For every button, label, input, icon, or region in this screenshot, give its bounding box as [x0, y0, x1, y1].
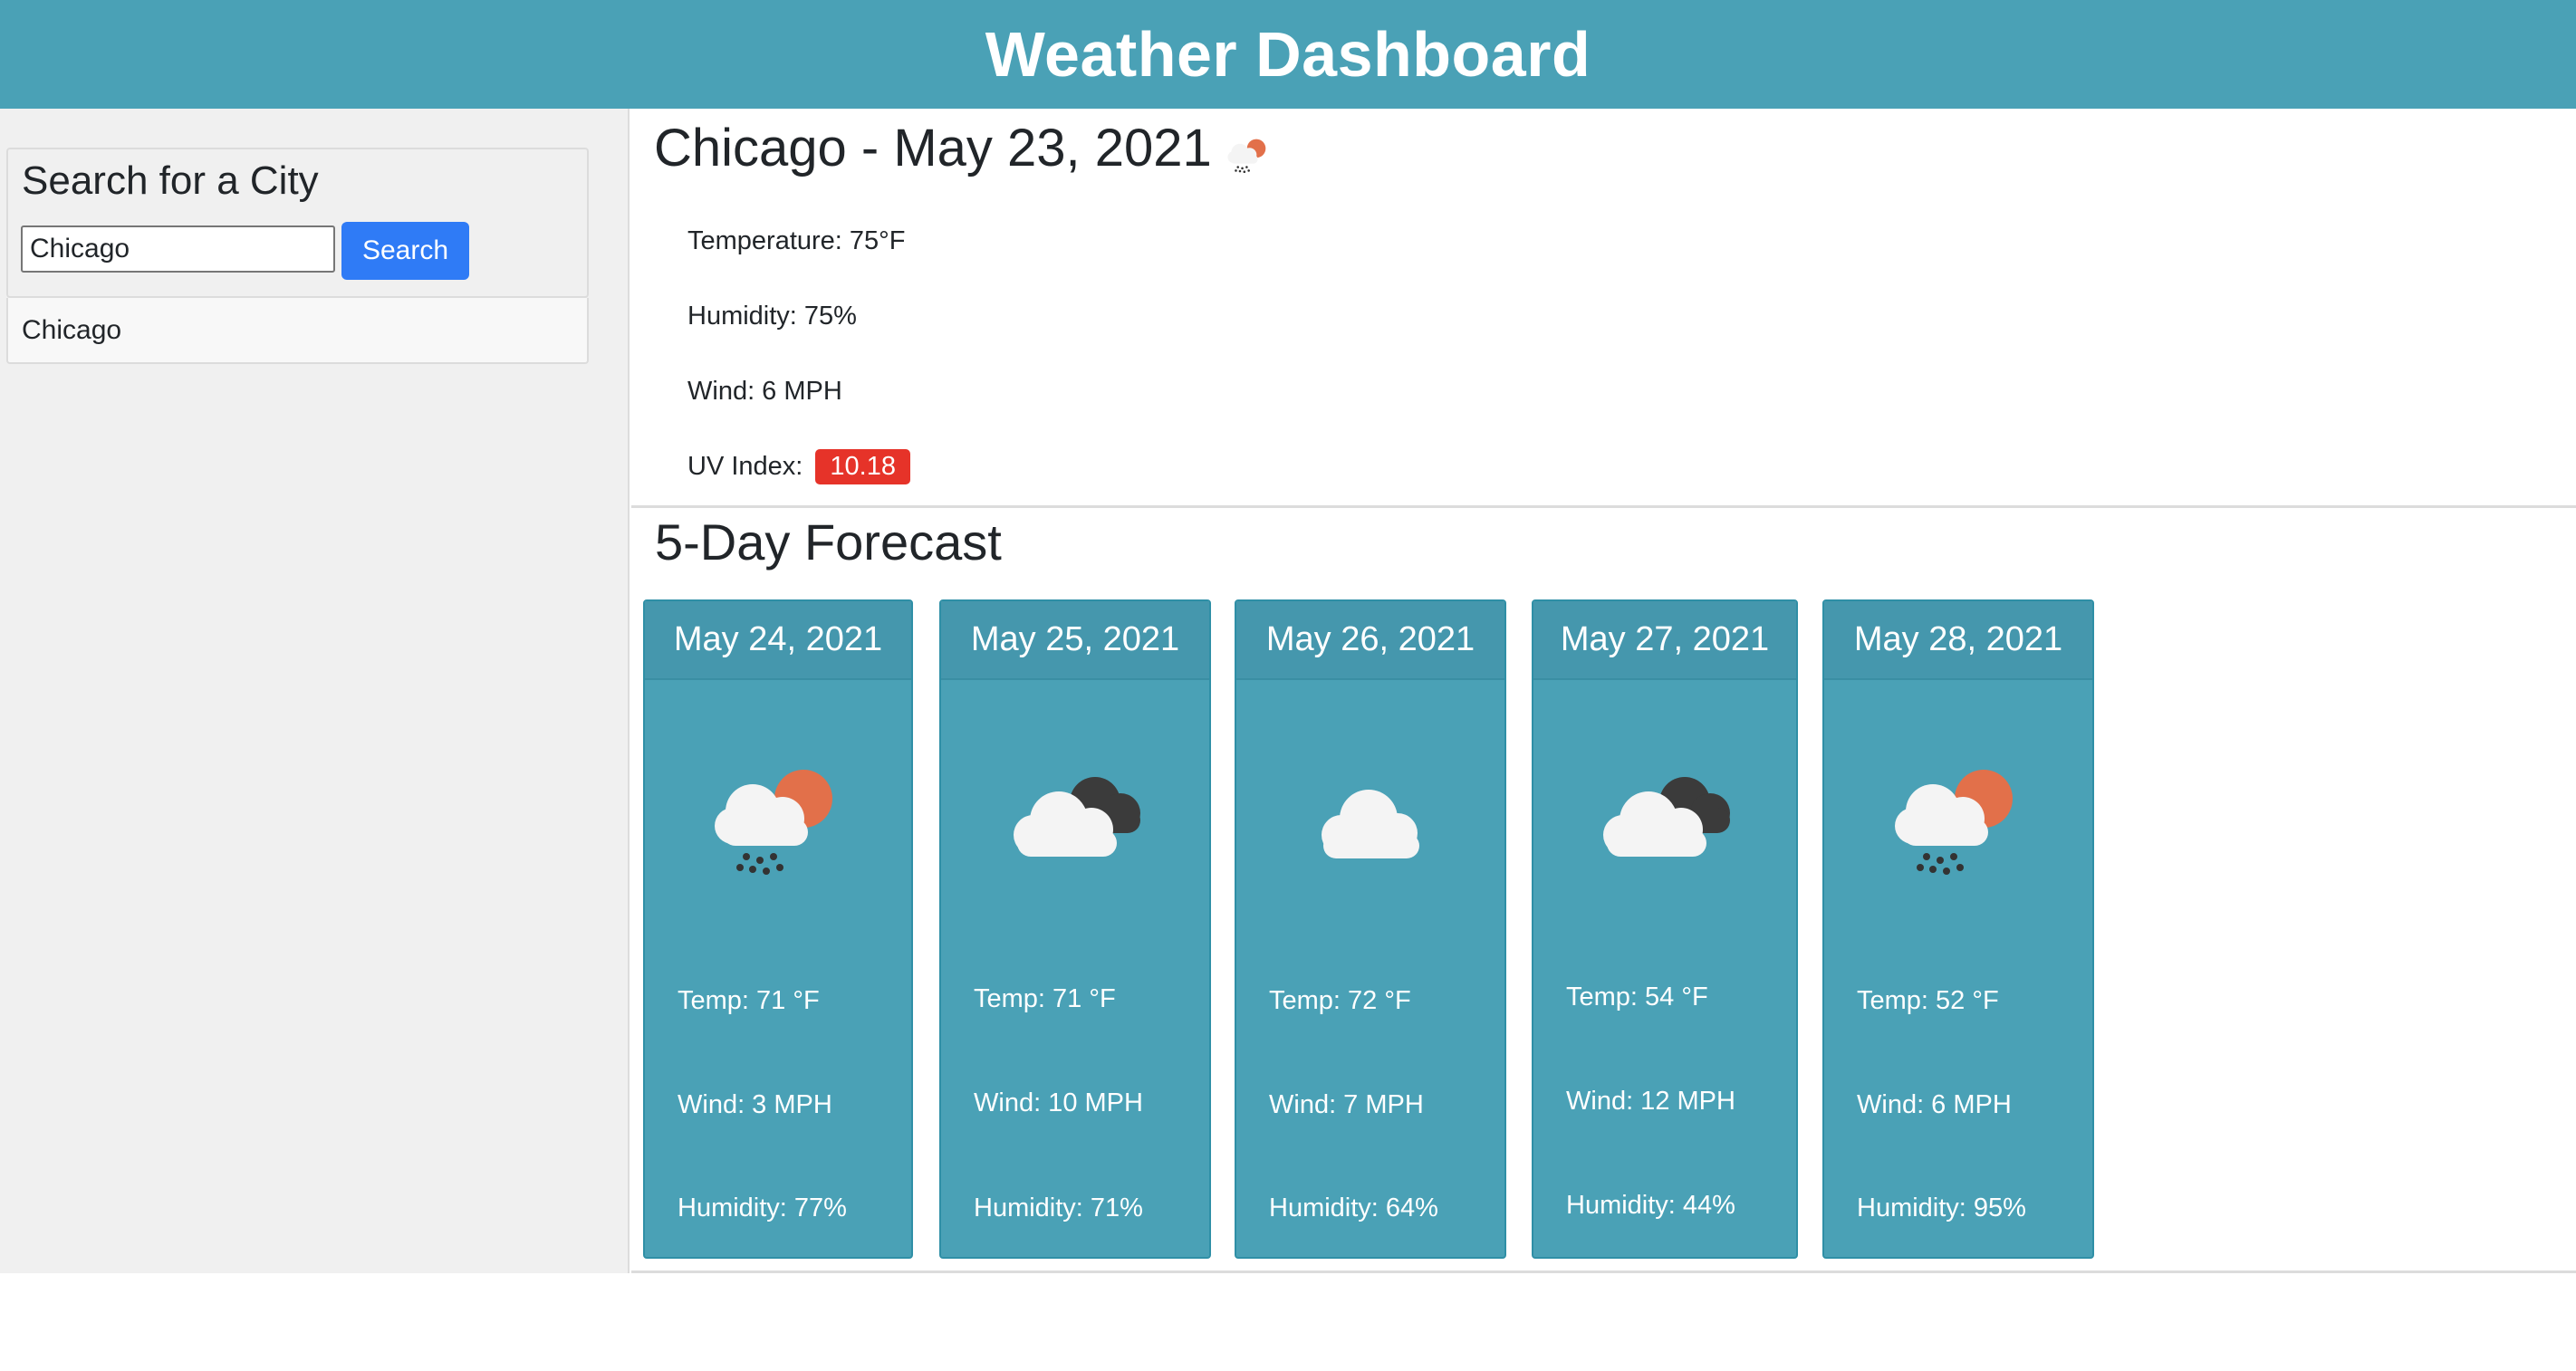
broken-clouds-icon — [1014, 777, 1140, 857]
forecast-wind: Wind: 12 MPH — [1566, 1087, 1735, 1116]
current-temperature: Temperature: 75°F — [687, 226, 906, 255]
forecast-wind: Wind: 6 MPH — [1857, 1090, 2012, 1119]
forecast-date: May 24, 2021 — [645, 601, 911, 680]
forecast-card: May 24, 2021 Temp: 71 °F Wind: 3 MPH Hum… — [643, 599, 913, 1259]
forecast-humidity: Humidity: 77% — [678, 1194, 847, 1222]
search-title: Search for a City — [22, 158, 319, 203]
forecast-date: May 25, 2021 — [941, 601, 1209, 680]
forecast-wind: Wind: 3 MPH — [678, 1090, 832, 1119]
uv-label: UV Index: — [687, 452, 803, 481]
search-button[interactable]: Search — [341, 222, 469, 280]
forecast-temp: Temp: 71 °F — [974, 984, 1116, 1013]
rain-sun-icon — [1895, 770, 2013, 875]
broken-clouds-icon — [1603, 777, 1730, 857]
current-weather: Chicago - May 23, 2021 Temperature: 75°F… — [631, 109, 2576, 508]
forecast-temp: Temp: 71 °F — [678, 986, 820, 1015]
forecast-humidity: Humidity: 95% — [1857, 1194, 2026, 1222]
forecast-date: May 28, 2021 — [1824, 601, 2092, 680]
history-item-chicago[interactable]: Chicago — [6, 298, 589, 364]
forecast-temp: Temp: 72 °F — [1269, 986, 1411, 1015]
app-header: Weather Dashboard — [0, 0, 2576, 109]
forecast-card: May 26, 2021 Temp: 72 °F Wind: 7 MPH Hum… — [1235, 599, 1506, 1259]
forecast-wind: Wind: 10 MPH — [974, 1088, 1143, 1117]
current-humidity: Humidity: 75% — [687, 302, 857, 331]
current-uv: UV Index: 10.18 — [687, 449, 910, 484]
current-wind: Wind: 6 MPH — [687, 377, 842, 406]
forecast-title: 5-Day Forecast — [655, 513, 1002, 570]
forecast-humidity: Humidity: 44% — [1566, 1191, 1735, 1220]
rain-sun-icon — [715, 770, 832, 875]
forecast-wind: Wind: 7 MPH — [1269, 1090, 1424, 1119]
forecast-card: May 25, 2021 Temp: 71 °F Wind: 10 MPH Hu… — [939, 599, 1211, 1259]
app-title: Weather Dashboard — [985, 19, 1591, 90]
forecast-date: May 26, 2021 — [1236, 601, 1504, 680]
sidebar: Search for a City Search Chicago — [0, 109, 630, 1273]
forecast-temp: Temp: 54 °F — [1566, 983, 1708, 1011]
forecast-card: May 28, 2021 Temp: 52 °F Wind: 6 MPH Hum… — [1822, 599, 2094, 1259]
search-panel: Search for a City Search — [6, 148, 589, 298]
forecast-humidity: Humidity: 71% — [974, 1194, 1143, 1222]
rain-sun-icon — [1227, 139, 1266, 173]
city-search-input[interactable] — [21, 225, 335, 273]
uv-badge: 10.18 — [815, 449, 910, 484]
forecast-humidity: Humidity: 64% — [1269, 1194, 1438, 1222]
forecast-temp: Temp: 52 °F — [1857, 986, 1999, 1015]
forecast-date: May 27, 2021 — [1533, 601, 1796, 680]
cloud-icon — [1322, 790, 1419, 858]
forecast-card: May 27, 2021 Temp: 54 °F Wind: 12 MPH Hu… — [1532, 599, 1798, 1259]
current-city-date: Chicago - May 23, 2021 — [654, 119, 1212, 177]
